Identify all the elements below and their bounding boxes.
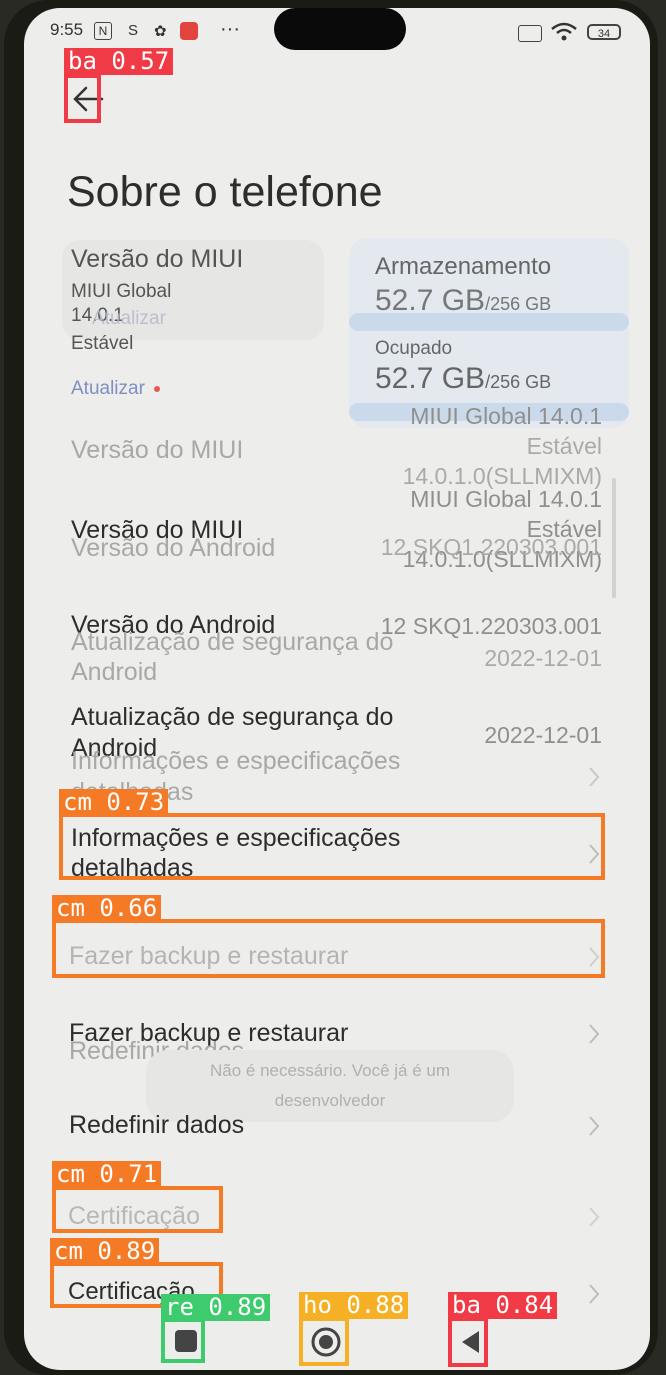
storage-total-of: /256 GB (485, 294, 552, 314)
mail-icon (180, 22, 198, 40)
storage-total: 52.7 GB/256 GB (375, 284, 551, 318)
storage-total-value: 52.7 GB (375, 284, 486, 317)
security-value-ghost: 2022-12-01 (484, 645, 602, 671)
update-dot-icon (154, 385, 161, 392)
detection-box-back (64, 74, 101, 123)
detection-box-home (299, 1317, 349, 1366)
more-icon: ··· (220, 18, 240, 40)
detection-tag-home: ho 0.88 (299, 1292, 409, 1319)
miui-card-update-ghost: Atualizar (92, 308, 166, 329)
detection-box-details (59, 813, 605, 880)
chevron-right-icon (589, 1207, 600, 1227)
reset-label[interactable]: Redefinir dados (69, 1111, 244, 1140)
detection-tag-backup-ghost: cm 0.66 (52, 895, 162, 922)
security-value: 2022-12-01 (484, 722, 602, 748)
miui-row-label-ghost: Versão do MIUI (71, 436, 244, 464)
miui-card-channel: Estável (71, 333, 134, 354)
gear-icon: ✿ (154, 23, 167, 40)
detection-tag-back: ba 0.57 (64, 48, 174, 75)
no-sim-icon (518, 25, 542, 42)
update-link[interactable]: Atualizar (71, 378, 161, 400)
security-label-1: Atualização de segurança do (71, 703, 394, 731)
update-link-label: Atualizar (71, 378, 145, 399)
chevron-right-icon (589, 1116, 600, 1136)
detection-box-recents (161, 1318, 205, 1363)
android-row-value: 12 SKQ1.220303.001 (380, 613, 602, 639)
detection-tag-cert: cm 0.89 (50, 1238, 160, 1265)
detection-tag-nav-back: ba 0.84 (448, 1292, 558, 1319)
detection-tag-recents: re 0.89 (161, 1294, 271, 1321)
security-label-1-ghost: Atualização de segurança do (71, 628, 394, 656)
status-time: 9:55 (50, 20, 84, 39)
detection-box-nav-back (448, 1317, 488, 1367)
scrollbar[interactable] (612, 478, 616, 598)
storage-used-value: 52.7 GB (375, 362, 486, 395)
detection-tag-cert-ghost: cm 0.71 (52, 1161, 162, 1188)
detection-tag-details: cm 0.73 (59, 789, 169, 816)
miui-row-value-1-ghost: MIUI Global 14.0.1 (410, 403, 602, 429)
sync-icon: S (128, 22, 139, 39)
toast-line-1: Não é necessário. Você já é um (209, 1061, 451, 1080)
battery-icon: 34 (587, 24, 621, 40)
camera-notch (274, 8, 406, 50)
storage-used: 52.7 GB/256 GB (375, 362, 551, 396)
security-label-2-ghost: Android (71, 658, 158, 686)
nfc-icon: N (94, 22, 112, 40)
chevron-right-icon (589, 1284, 600, 1304)
miui-card-version-1: MIUI Global (71, 281, 172, 302)
details-label-1-ghost: Informações e especificações (71, 747, 401, 775)
miui-card-label: Versão do MIUI (71, 245, 244, 273)
detection-box-cert-ghost (52, 1186, 223, 1233)
storage-used-label: Ocupado (375, 338, 453, 359)
miui-row-value-2-ghost: Estável (526, 433, 602, 459)
page-title: Sobre o telefone (67, 168, 383, 216)
storage-used-of: /256 GB (485, 372, 552, 392)
miui-row-value-1: MIUI Global 14.0.1 (410, 486, 602, 512)
android-row-value-ghost: 12 SKQ1.220303.001 (380, 534, 602, 560)
chevron-right-icon (589, 767, 600, 787)
wifi-icon (551, 22, 577, 41)
android-row-label-ghost: Versão do Android (71, 534, 276, 562)
chevron-right-icon (589, 1024, 600, 1044)
detection-box-backup-ghost (52, 919, 605, 978)
storage-label: Armazenamento (375, 253, 552, 280)
